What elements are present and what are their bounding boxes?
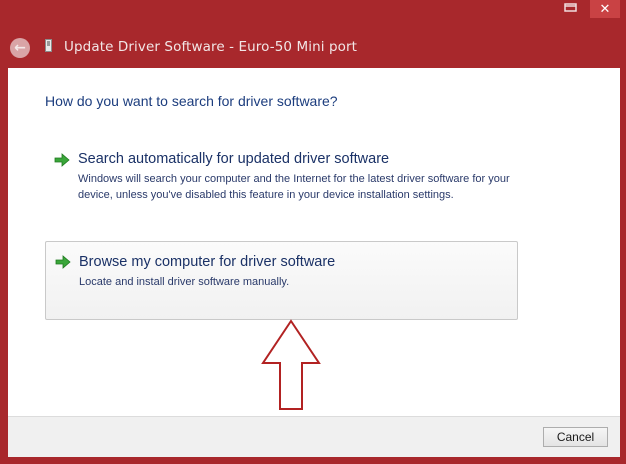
option-description: Windows will search your computer and th… (78, 173, 510, 201)
device-icon (45, 39, 52, 52)
restore-icon[interactable] (562, 2, 580, 14)
back-button[interactable]: ← (10, 38, 30, 58)
back-arrow-icon: ← (14, 40, 26, 56)
option-search-automatically[interactable]: Search automatically for updated driver … (45, 144, 518, 216)
dialog-footer: Cancel (8, 416, 620, 457)
green-arrow-icon (55, 255, 71, 269)
up-arrow-annotation (261, 319, 321, 410)
option-description: Locate and install driver software manua… (79, 276, 290, 288)
dialog-content: How do you want to search for driver sof… (8, 68, 620, 416)
update-driver-window: ← Update Driver Software - Euro-50 Mini … (0, 0, 626, 464)
page-title: How do you want to search for driver sof… (45, 93, 338, 109)
cancel-button[interactable]: Cancel (543, 427, 608, 447)
window-title: Update Driver Software - Euro-50 Mini po… (64, 39, 358, 55)
close-button[interactable]: ✕ (590, 0, 620, 18)
option-title: Search automatically for updated driver … (78, 151, 390, 167)
option-title: Browse my computer for driver software (79, 254, 336, 270)
title-bar: ← Update Driver Software - Euro-50 Mini … (0, 0, 626, 68)
green-arrow-icon (54, 153, 70, 167)
option-browse-computer[interactable]: Browse my computer for driver software L… (45, 241, 518, 320)
close-icon: ✕ (599, 1, 611, 17)
